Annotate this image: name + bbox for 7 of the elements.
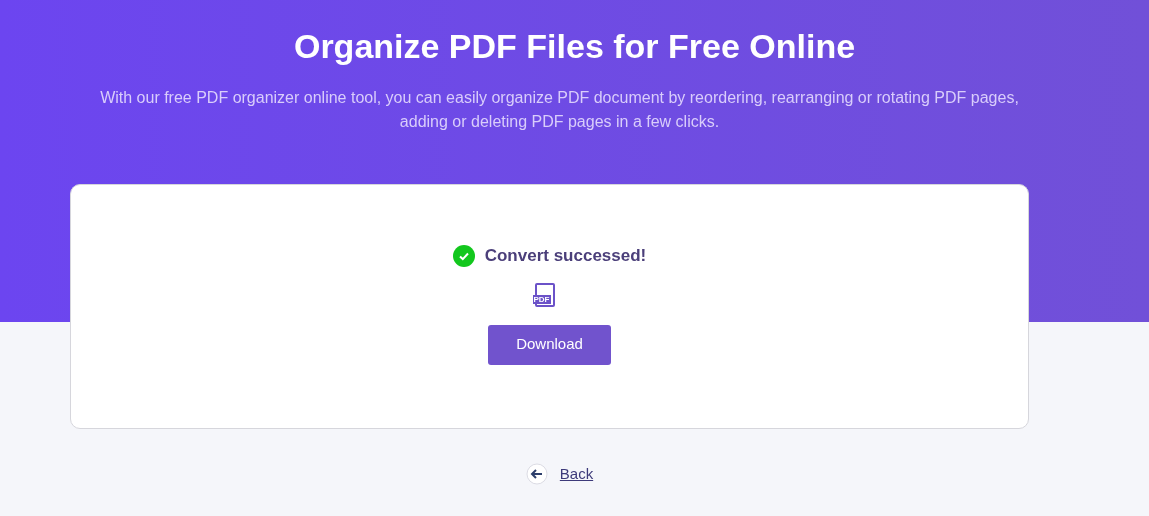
page-description: With our free PDF organizer online tool, you can easily organize PDF document by reordering, rearranging or rotating PDF pages, adding or deleting PDF pages in a few clicks. (99, 88, 1020, 132)
download-button[interactable]: Download (488, 324, 611, 365)
page-title: Organize PDF Files for Free Online (293, 26, 856, 66)
back-link[interactable]: Back (559, 463, 594, 486)
pdf-file-icon: PDF (534, 282, 555, 307)
success-message: Convert successed! (484, 245, 647, 267)
check-icon (452, 244, 475, 267)
